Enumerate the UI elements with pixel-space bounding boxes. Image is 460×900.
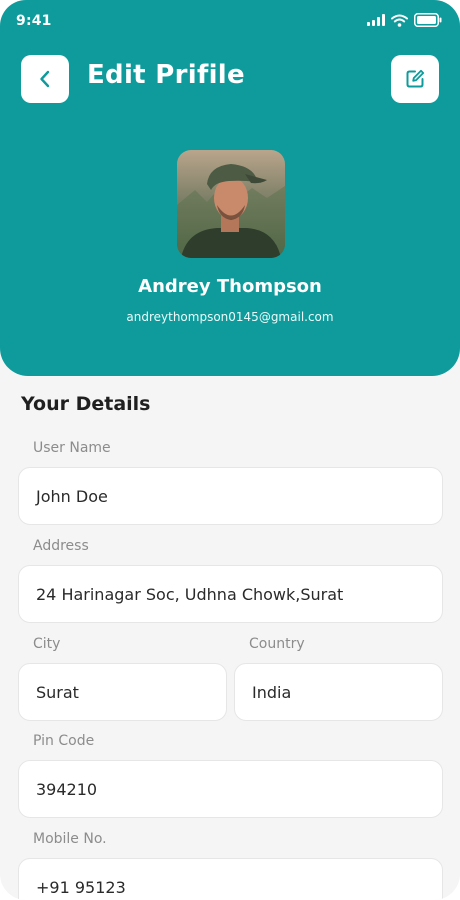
- pin-code-label: Pin Code: [33, 733, 95, 749]
- section-title: Your Details: [21, 393, 151, 415]
- country-label: Country: [249, 636, 305, 652]
- pin-code-input[interactable]: 394210: [18, 760, 443, 818]
- profile-name: Andrey Thompson: [138, 276, 322, 297]
- user-name-input[interactable]: John Doe: [18, 467, 443, 525]
- edit-square-icon: [406, 69, 425, 88]
- address-input[interactable]: 24 Harinagar Soc, Udhna Chowk,Surat: [18, 565, 443, 623]
- edit-button[interactable]: [391, 55, 439, 103]
- profile-email: andreythompson0145@gmail.com: [126, 310, 334, 324]
- page-title: Edit Prifile: [87, 60, 245, 90]
- avatar[interactable]: [177, 150, 285, 258]
- battery-icon: [414, 13, 442, 27]
- profile-photo: [177, 150, 285, 258]
- mobile-input[interactable]: +91 95123: [18, 858, 443, 900]
- city-input[interactable]: Surat: [18, 663, 227, 721]
- address-label: Address: [33, 538, 89, 554]
- status-bar: 9:41: [0, 0, 460, 44]
- country-input[interactable]: India: [234, 663, 443, 721]
- phone-screen: 9:41 Edit Prifile Andrey Thompson andrey…: [0, 0, 460, 900]
- user-name-label: User Name: [33, 440, 111, 456]
- back-button[interactable]: [21, 55, 69, 103]
- signal-icon: [367, 14, 385, 26]
- status-icons: [367, 12, 442, 28]
- wifi-icon: [391, 14, 408, 27]
- chevron-left-icon: [40, 70, 50, 88]
- profile-header: 9:41 Edit Prifile Andrey Thompson andrey…: [0, 0, 460, 376]
- mobile-label: Mobile No.: [33, 831, 107, 847]
- city-label: City: [33, 636, 61, 652]
- status-time: 9:41: [16, 13, 52, 29]
